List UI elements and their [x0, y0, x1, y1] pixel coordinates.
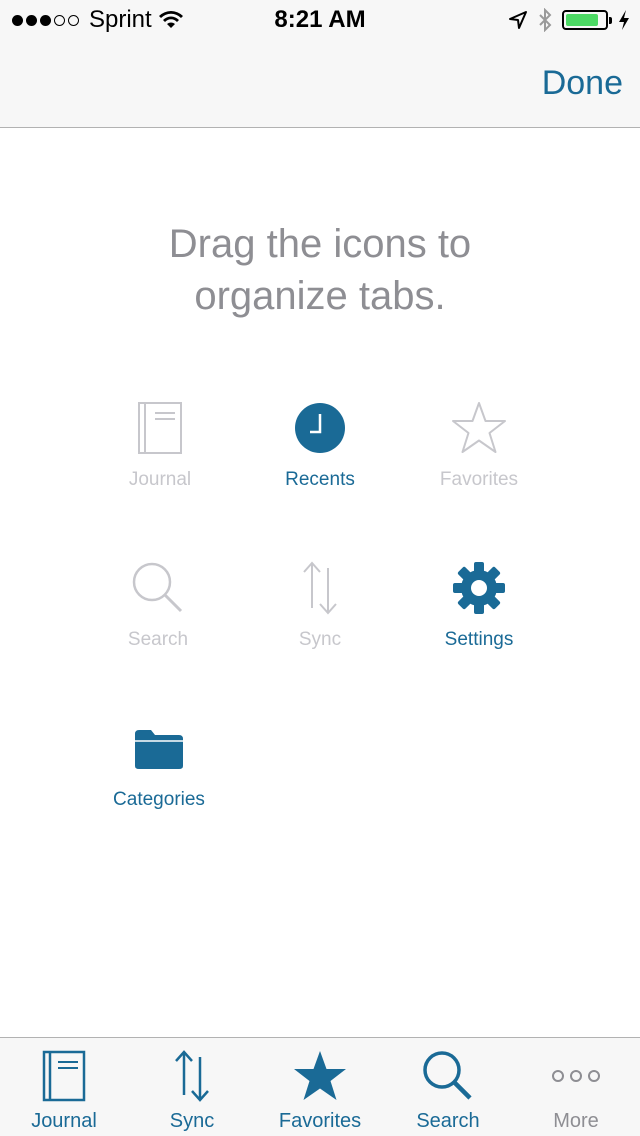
tab-more[interactable]: More: [512, 1038, 640, 1136]
tab-option-label: Journal: [128, 469, 192, 490]
tab-search[interactable]: Search: [384, 1038, 512, 1136]
tab-sync[interactable]: Sync: [128, 1038, 256, 1136]
tab-option-search[interactable]: Search: [78, 558, 238, 652]
battery-fill: [566, 14, 599, 26]
tab-option-label: Sync: [298, 629, 342, 650]
tab-journal[interactable]: Journal: [0, 1038, 128, 1136]
sync-icon: [175, 1050, 209, 1102]
instructions-line-1: Drag the icons to: [168, 222, 472, 266]
tab-option-journal[interactable]: Journal: [80, 398, 240, 492]
charging-bolt-icon: [619, 10, 629, 30]
tab-option-favorites[interactable]: Favorites: [399, 398, 559, 492]
sync-icon: [303, 561, 337, 615]
tab-option-recents[interactable]: Recents: [240, 398, 400, 492]
more-icon: [552, 1070, 600, 1082]
tab-option-settings[interactable]: Settings: [399, 558, 559, 652]
search-icon: [132, 562, 183, 613]
battery-icon: [562, 10, 612, 30]
folder-icon: [135, 730, 183, 769]
status-right: [508, 6, 630, 34]
star-icon: [294, 1051, 346, 1100]
tab-option-label: Favorites: [439, 469, 519, 490]
tab-option-label: Settings: [444, 629, 514, 650]
journal-icon: [42, 1050, 86, 1102]
navigation-bar: Done: [0, 40, 640, 128]
tab-option-sync[interactable]: Sync: [240, 558, 400, 652]
tab-option-categories[interactable]: Categories: [79, 718, 239, 812]
tab-option-label: Search: [127, 629, 189, 650]
location-arrow-icon: [509, 11, 527, 29]
journal-icon: [138, 402, 182, 454]
tab-favorites[interactable]: Favorites: [256, 1038, 384, 1136]
tab-option-label: Categories: [113, 789, 205, 810]
search-icon: [423, 1051, 472, 1100]
tab-option-label: Recents: [285, 469, 355, 490]
tab-journal-label: Journal: [31, 1110, 97, 1132]
battery-tip: [609, 17, 612, 24]
tab-favorites-label: Favorites: [278, 1110, 362, 1132]
gear-icon: [453, 562, 505, 614]
instructions-text: Drag the icons to organize tabs.: [0, 218, 640, 322]
instructions-line-2: organize tabs.: [194, 274, 446, 318]
done-button[interactable]: Done: [542, 64, 623, 103]
status-bar: Sprint 8:21 AM: [0, 0, 640, 40]
tab-sync-label: Sync: [169, 1110, 215, 1132]
tab-bar: Journal Sync Favorites Search More: [0, 1037, 640, 1136]
tab-search-label: Search: [416, 1110, 480, 1132]
star-icon: [452, 402, 506, 453]
tab-more-label: More: [553, 1110, 599, 1132]
bluetooth-icon: [539, 8, 552, 32]
clock-icon: [295, 403, 345, 453]
